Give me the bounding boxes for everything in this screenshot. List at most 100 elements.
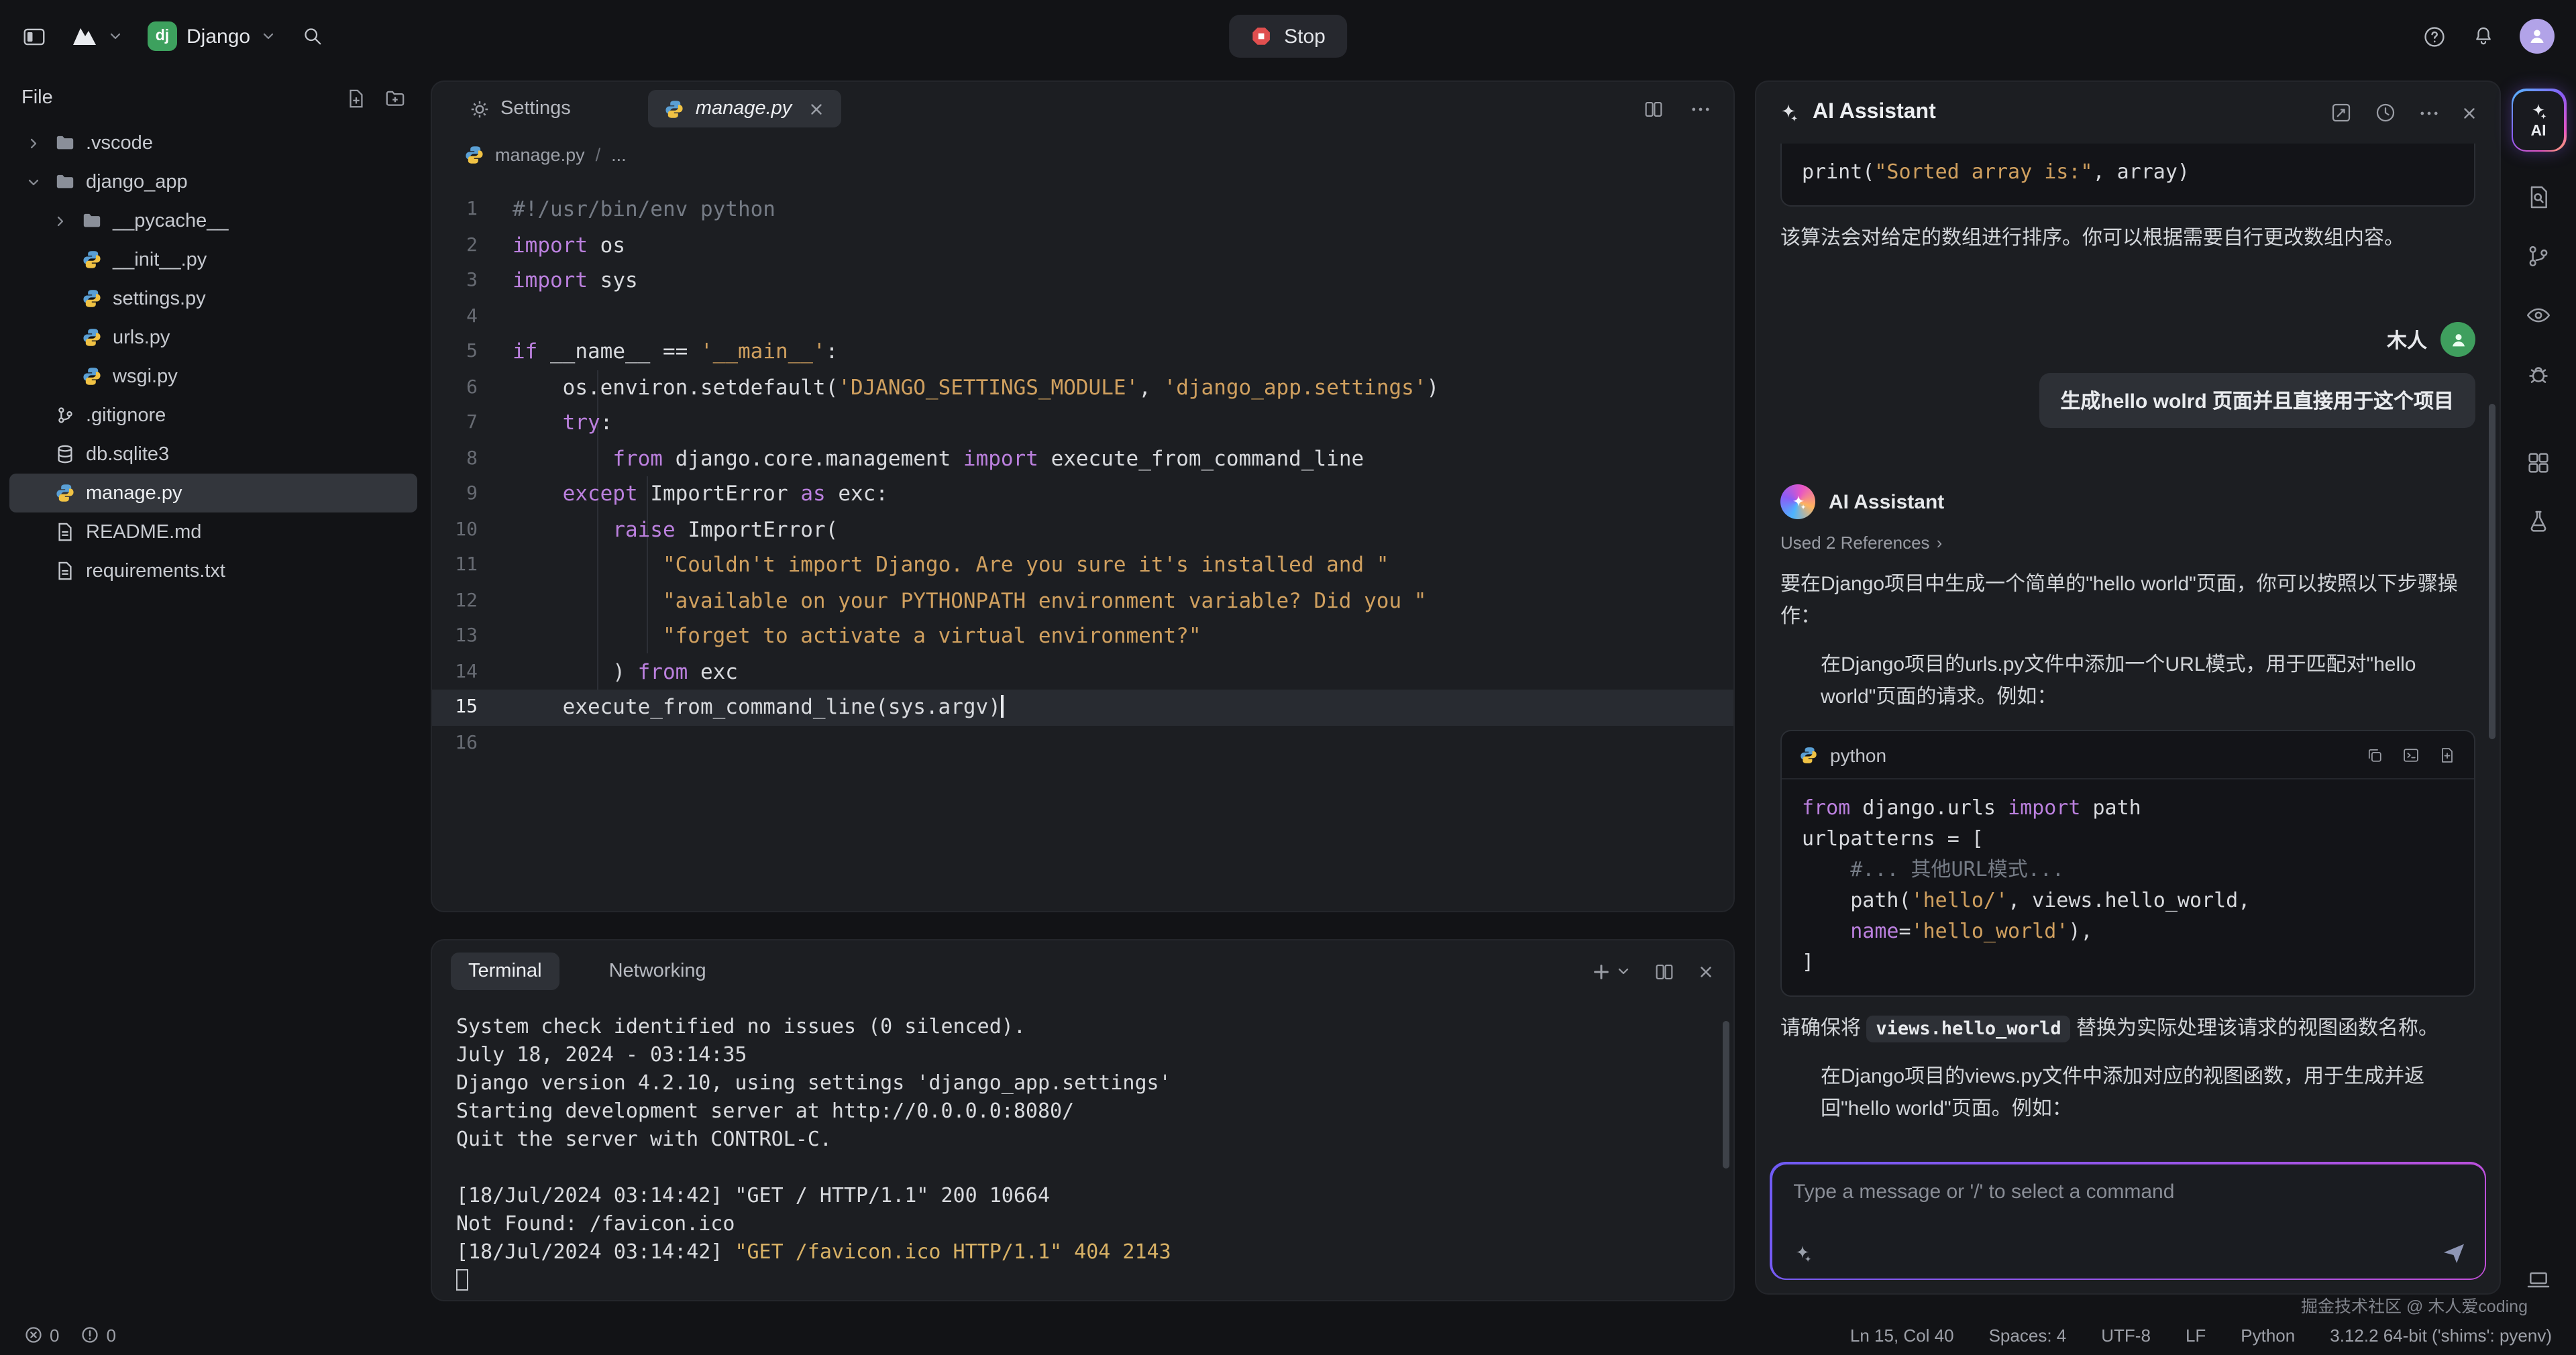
user-avatar[interactable] (2520, 19, 2555, 54)
error-count[interactable]: 0 (24, 1325, 59, 1345)
workspace-selector[interactable]: dj Django (148, 21, 276, 51)
code-text: from django.core.management import execu… (513, 447, 1364, 471)
file-tree-item-init-py[interactable]: __init__.py (9, 240, 417, 279)
token: "GET /favicon.ico HTTP/1.1" 404 2143 (735, 1240, 1171, 1264)
line-number: 3 (432, 270, 513, 292)
chat-scrollbar[interactable] (2489, 404, 2496, 739)
chat-input[interactable] (1793, 1180, 2463, 1203)
code-line: 3import sys (432, 263, 1733, 299)
tab-terminal[interactable]: Terminal (451, 953, 559, 990)
history-icon[interactable] (2373, 101, 2398, 125)
file-tree-item-readme-md[interactable]: README.md (9, 512, 417, 551)
status-item[interactable]: LF (2186, 1325, 2206, 1345)
document-search-icon[interactable] (2525, 184, 2552, 211)
breadcrumb-file[interactable]: manage.py (495, 144, 585, 164)
line-number: 8 (432, 448, 513, 470)
more-icon[interactable] (1689, 97, 1712, 120)
file-tree-item-vscode[interactable]: .vscode (9, 123, 417, 162)
code-text: raise ImportError( (513, 518, 838, 542)
file-tree-item-pycache[interactable]: __pycache__ (9, 201, 417, 240)
file-tree-item-django-app[interactable]: django_app (9, 162, 417, 201)
db-file-icon (54, 444, 76, 464)
file-tree-item-db-sqlite3[interactable]: db.sqlite3 (9, 435, 417, 474)
ai-badge-label: AI (2531, 123, 2546, 139)
line-number: 5 (432, 341, 513, 363)
status-item[interactable]: Ln 15, Col 40 (1850, 1325, 1954, 1345)
file-tree-item-gitignore[interactable]: .gitignore (9, 396, 417, 435)
close-terminal-icon[interactable] (1697, 963, 1715, 980)
ai-assistant-button[interactable]: AI (2511, 89, 2566, 152)
token (513, 518, 612, 542)
user-name: 木人 (2387, 325, 2427, 354)
new-terminal-button[interactable] (1591, 961, 1631, 981)
chevron-right-icon (50, 213, 71, 229)
eye-icon[interactable] (2525, 302, 2552, 329)
copy-icon[interactable] (2365, 745, 2384, 764)
editor-tabbar: Settings manage.py (432, 82, 1733, 136)
file-tree-item-manage-py[interactable]: manage.py (9, 474, 417, 512)
code-editor[interactable]: 1#!/usr/bin/env python2import os3import … (432, 173, 1733, 761)
file-tree-item-settings-py[interactable]: settings.py (9, 279, 417, 318)
close-tab-icon[interactable] (808, 100, 825, 117)
help-icon[interactable] (2422, 23, 2447, 49)
file-tree-item-requirements-txt[interactable]: requirements.txt (9, 551, 417, 590)
stop-button[interactable]: Stop (1229, 15, 1347, 58)
laptop-icon[interactable] (2525, 1266, 2552, 1293)
person-icon (2526, 25, 2548, 47)
search-icon[interactable] (300, 24, 324, 48)
token: ) (1427, 376, 1440, 400)
file-name: __init__.py (113, 249, 207, 270)
token: os (588, 233, 625, 258)
file-tree-item-urls-py[interactable]: urls.py (9, 318, 417, 357)
code-line: 15 execute_from_command_line(sys.argv) (432, 690, 1733, 725)
tab-manage-py[interactable]: manage.py (649, 90, 842, 127)
references-toggle[interactable]: Used 2 References › (1780, 533, 2475, 553)
status-item[interactable]: UTF-8 (2101, 1325, 2151, 1345)
bug-icon[interactable] (2525, 361, 2552, 388)
status-item[interactable]: Spaces: 4 (1989, 1325, 2067, 1345)
git-branch-icon[interactable] (2525, 243, 2552, 270)
close-panel-icon[interactable] (2461, 104, 2478, 121)
file-name: .gitignore (86, 404, 166, 426)
token: sys (588, 269, 638, 293)
insert-into-editor-icon[interactable] (2402, 745, 2420, 764)
open-in-new-file-icon[interactable] (2438, 745, 2457, 764)
notifications-bell-icon[interactable] (2471, 24, 2496, 48)
code-text: "available on your PYTHONPATH environmen… (513, 589, 1426, 613)
python-icon (1799, 745, 1818, 764)
terminal-output[interactable]: System check identified no issues (0 sil… (432, 1002, 1733, 1295)
flask-icon[interactable] (2525, 508, 2552, 535)
python-file-icon (80, 250, 103, 270)
terminal-scrollbar[interactable] (1723, 1021, 1729, 1169)
status-item[interactable]: 3.12.2 64-bit ('shims': pyenv) (2330, 1325, 2552, 1345)
tab-networking[interactable]: Networking (592, 953, 724, 990)
file-panel-header: File (0, 72, 427, 123)
status-item[interactable]: Python (2241, 1325, 2295, 1345)
split-editor-icon[interactable] (1642, 97, 1665, 120)
token: name (1850, 919, 1898, 943)
file-name: .vscode (86, 132, 153, 154)
new-folder-icon[interactable] (385, 88, 405, 108)
assistant-text: 要在Django项目中生成一个简单的"hello world"页面，你可以按照以… (1780, 569, 2475, 633)
toggle-left-panel-icon[interactable] (21, 23, 47, 49)
split-terminal-icon[interactable] (1653, 960, 1676, 983)
more-icon[interactable] (2418, 101, 2440, 124)
warning-count[interactable]: 0 (80, 1325, 115, 1345)
file-tree-item-wsgi-py[interactable]: wsgi.py (9, 357, 417, 396)
txt-file-icon (54, 561, 76, 581)
error-icon (24, 1325, 43, 1344)
new-chat-icon[interactable] (2329, 101, 2353, 125)
token: '__main__' (700, 340, 826, 364)
file-panel: File .vscode django_app__pycache__ __init_… (0, 72, 427, 1315)
file-name: settings.py (113, 288, 206, 309)
grid-icon[interactable] (2525, 449, 2552, 476)
send-button[interactable] (2440, 1239, 2467, 1266)
new-file-icon[interactable] (346, 88, 366, 108)
assistant-text: 该算法会对给定的数组进行排序。你可以根据需要自行更改数组内容。 (1780, 223, 2475, 255)
breadcrumb-more[interactable]: ... (611, 144, 627, 164)
line-number: 11 (432, 555, 513, 576)
code-line: 10 raise ImportError( (432, 512, 1733, 547)
tab-settings[interactable]: Settings (453, 90, 587, 127)
fleet-menu[interactable] (71, 24, 123, 48)
code-text: ) from exc (513, 660, 738, 684)
